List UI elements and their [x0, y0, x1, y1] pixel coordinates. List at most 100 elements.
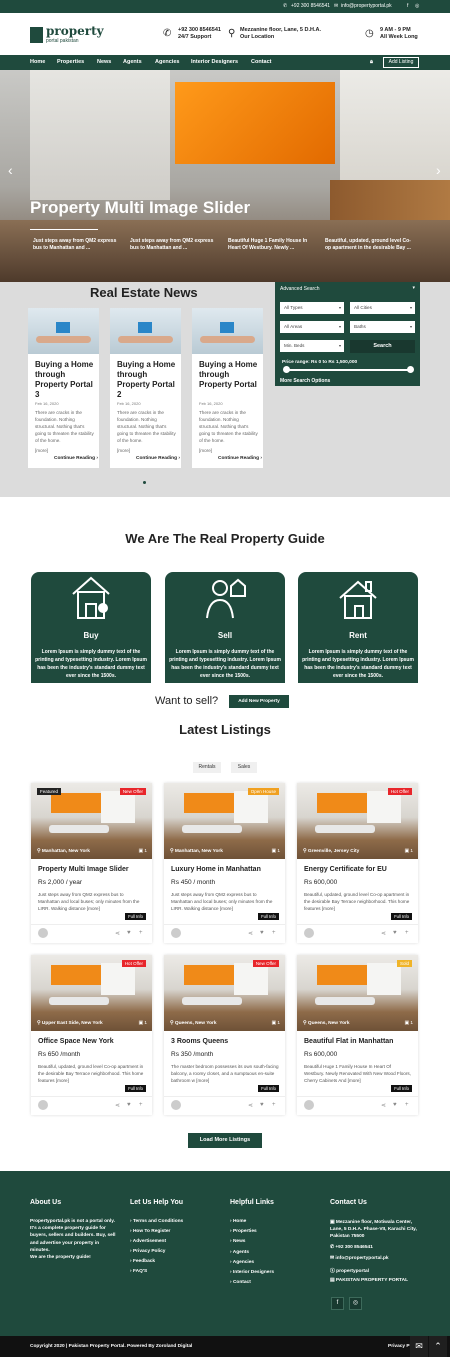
listing-card[interactable]: Featured New Offer ⚲ Manhattan, New York ▣ … — [31, 783, 152, 943]
slider-title[interactable]: Property Multi Image Slider — [30, 198, 250, 218]
listing-location[interactable]: ⚲ Queens, New York — [170, 1021, 217, 1026]
footer-phone[interactable]: ✆ +92 300 8546541 — [330, 1245, 373, 1250]
logo-mark[interactable] — [30, 27, 43, 43]
heart-icon[interactable]: ♥ — [393, 1102, 397, 1108]
listing-title[interactable]: Energy Certificate for EU — [304, 866, 387, 873]
nav-agents[interactable]: Agents — [123, 59, 142, 65]
plus-icon[interactable]: + — [139, 930, 143, 936]
listing-image[interactable]: Sold ⚲ Queens, New York ▣ 1 — [297, 955, 418, 1031]
slider-caption[interactable]: Just steps away from QM2 express bus to … — [130, 238, 220, 252]
footer-helpful-link[interactable]: › Interior Designers — [230, 1270, 274, 1275]
listing-location[interactable]: ⚲ Manhattan, New York — [170, 849, 223, 854]
share-icon[interactable]: ⋖ — [381, 930, 386, 937]
full-info-button[interactable]: Full Info — [258, 1085, 279, 1092]
price-slider-max-handle[interactable] — [407, 366, 414, 373]
footer-helpful-link[interactable]: › Contact — [230, 1280, 251, 1285]
logo-text[interactable]: property — [46, 24, 104, 38]
news-card[interactable]: Buying a Home through Property Portal Fe… — [192, 308, 263, 468]
footer-help-link[interactable]: › Feedback — [130, 1259, 155, 1264]
listing-location[interactable]: ⚲ Manhattan, New York — [37, 849, 90, 854]
listing-card[interactable]: Sold ⚲ Queens, New York ▣ 1 Beautiful Flat … — [297, 955, 418, 1115]
nav-agencies[interactable]: Agencies — [155, 59, 179, 65]
listing-image[interactable]: Featured New Offer ⚲ Manhattan, New York ▣ … — [31, 783, 152, 859]
listing-title[interactable]: Luxury Home in Manhattan — [171, 866, 261, 873]
full-info-button[interactable]: Full Info — [258, 913, 279, 920]
slider-caption[interactable]: Beautiful, updated, ground level Co-op a… — [325, 238, 415, 252]
chevron-down-icon[interactable]: ▾ — [412, 285, 415, 291]
buy-box[interactable]: Buy Lorem Ipsum is simply dummy text of … — [31, 572, 151, 683]
topbar-phone[interactable]: +92 300 8546541 — [291, 3, 330, 9]
share-icon[interactable]: ⋖ — [381, 1102, 386, 1109]
news-card-image[interactable] — [110, 308, 181, 354]
more-link[interactable]: [more] — [199, 448, 212, 453]
listing-image[interactable]: Hot Offer ⚲ Greenville, Jersey City ▣ 1 — [297, 783, 418, 859]
news-card-title[interactable]: Buying a Home through Property Portal — [199, 360, 259, 390]
tab-rentals[interactable]: Rentals — [193, 762, 221, 773]
news-card-title[interactable]: Buying a Home through Property Portal 2 — [117, 360, 177, 400]
types-select[interactable]: All Types ▾ — [280, 302, 344, 314]
plus-icon[interactable]: + — [405, 1102, 409, 1108]
listing-image[interactable]: Open House ⚲ Manhattan, New York ▣ 1 — [164, 783, 285, 859]
news-card-title[interactable]: Buying a Home through Property Portal 3 — [35, 360, 95, 400]
load-more-button[interactable]: Load More Listings — [188, 1133, 262, 1148]
continue-reading-link[interactable]: Continue Reading › — [54, 456, 98, 461]
continue-reading-link[interactable]: Continue Reading › — [218, 456, 262, 461]
avatar[interactable] — [171, 1100, 181, 1110]
facebook-icon[interactable]: f — [407, 3, 408, 9]
heart-icon[interactable]: ♥ — [393, 930, 397, 936]
more-link[interactable]: [more] — [35, 448, 48, 453]
avatar[interactable] — [171, 928, 181, 938]
footer-helpful-link[interactable]: › Agents — [230, 1250, 249, 1255]
listing-location[interactable]: ⚲ Queens, New York — [303, 1021, 350, 1026]
share-icon[interactable]: ⋖ — [248, 1102, 253, 1109]
nav-home[interactable]: Home — [30, 59, 45, 65]
avatar[interactable] — [304, 928, 314, 938]
full-info-button[interactable]: Full Info — [391, 913, 412, 920]
news-card[interactable]: Buying a Home through Property Portal 2 … — [110, 308, 181, 468]
listing-card[interactable]: Hot Offer ⚲ Upper East Side, New York ▣ 1 O… — [31, 955, 152, 1115]
facebook-icon[interactable]: f — [331, 1297, 344, 1310]
nav-properties[interactable]: Properties — [57, 59, 84, 65]
footer-help-link[interactable]: › Terms and Conditions — [130, 1219, 183, 1224]
plus-icon[interactable]: + — [272, 1102, 276, 1108]
full-info-button[interactable]: Full Info — [125, 1085, 146, 1092]
footer-helpful-link[interactable]: › News — [230, 1239, 245, 1244]
footer-email[interactable]: ✉ info@propertyportal.pk — [330, 1256, 389, 1261]
footer-help-link[interactable]: › Advertisement — [130, 1239, 166, 1244]
share-icon[interactable]: ⋖ — [115, 1102, 120, 1109]
instagram-icon[interactable]: ◎ — [349, 1297, 362, 1310]
slider-next-arrow[interactable]: › — [436, 162, 441, 178]
footer-helpful-link[interactable]: › Agencies — [230, 1260, 254, 1265]
slider-caption[interactable]: Beautiful Huge 1 Family House In Heart O… — [228, 238, 318, 252]
listing-location[interactable]: ⚲ Greenville, Jersey City — [303, 849, 359, 854]
footer-helpful-link[interactable]: › Home — [230, 1219, 246, 1224]
slider-caption[interactable]: Just steps away from QM2 express bus to … — [33, 238, 123, 252]
add-new-property-button[interactable]: Add New Property — [229, 695, 289, 708]
sell-box[interactable]: Sell Lorem Ipsum is simply dummy text of… — [165, 572, 285, 683]
listing-card[interactable]: Open House ⚲ Manhattan, New York ▣ 1 Luxury… — [164, 783, 285, 943]
plus-icon[interactable]: + — [405, 930, 409, 936]
areas-select[interactable]: All Areas ▾ — [280, 321, 344, 333]
plus-icon[interactable]: + — [139, 1102, 143, 1108]
slider-prev-arrow[interactable]: ‹ — [8, 162, 13, 178]
beds-select[interactable]: Min. Beds ▾ — [280, 340, 344, 352]
avatar[interactable] — [304, 1100, 314, 1110]
share-icon[interactable]: ⋖ — [115, 930, 120, 937]
listing-image[interactable]: New Offer ⚲ Queens, New York ▣ 1 — [164, 955, 285, 1031]
news-card-image[interactable] — [192, 308, 263, 354]
listing-card[interactable]: New Offer ⚲ Queens, New York ▣ 1 3 Rooms Qu… — [164, 955, 285, 1115]
listing-location[interactable]: ⚲ Upper East Side, New York — [37, 1021, 103, 1026]
advanced-search-title[interactable]: Advanced Search — [280, 286, 319, 292]
full-info-button[interactable]: Full Info — [125, 913, 146, 920]
price-slider-min-handle[interactable] — [283, 366, 290, 373]
search-button[interactable]: Search — [350, 340, 415, 353]
avatar[interactable] — [38, 928, 48, 938]
avatar[interactable] — [38, 1100, 48, 1110]
full-info-button[interactable]: Full Info — [391, 1085, 412, 1092]
mail-icon[interactable]: ✉ — [410, 1336, 428, 1357]
listing-card[interactable]: Hot Offer ⚲ Greenville, Jersey City ▣ 1 Ene… — [297, 783, 418, 943]
price-slider-track[interactable] — [285, 369, 412, 371]
plus-icon[interactable]: + — [272, 930, 276, 936]
listing-title[interactable]: 3 Rooms Queens — [171, 1038, 228, 1045]
listing-title[interactable]: Property Multi Image Slider — [38, 866, 129, 873]
